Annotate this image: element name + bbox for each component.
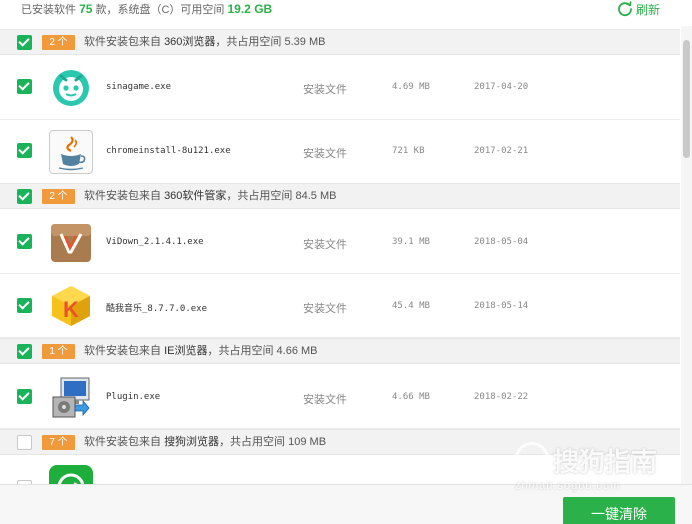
list-item[interactable]: K 酷我音乐_8.7.7.0.exe 安装文件 45.4 MB 2018-05-… (0, 274, 680, 338)
item-checkbox[interactable] (17, 143, 32, 158)
item-checkbox[interactable] (17, 234, 32, 249)
group-text-suffix: ，共占用空间 5.39 MB (215, 36, 326, 48)
file-type: 安装文件 (303, 394, 347, 406)
summary-mid: 款，系统盘（C）可用空间 (95, 4, 225, 16)
file-type: 安装文件 (303, 239, 347, 251)
installer-list: 2 个 软件安装包来自 360浏览器，共占用空间 5.39 MB sinagam… (0, 26, 680, 484)
free-space: 19.2 GB (227, 2, 273, 16)
file-type: 安装文件 (303, 84, 347, 96)
group-header-360browser: 2 个 软件安装包来自 360浏览器，共占用空间 5.39 MB (0, 29, 680, 55)
list-item[interactable]: Plugin.exe 安装文件 4.66 MB 2018-02-22 (0, 365, 680, 429)
group-description: 软件安装包来自 IE浏览器，共占用空间 4.66 MB (84, 344, 318, 359)
summary-bar: 已安装软件 75 款，系统盘（C）可用空间 19.2 GB 刷新 (0, 0, 692, 26)
file-name: 酷我音乐_8.7.7.0.exe (106, 304, 208, 314)
file-size: 4.69 MB (392, 82, 430, 92)
group-checkbox[interactable] (17, 189, 32, 204)
file-date: 2017-04-20 (474, 82, 529, 92)
group-source: IE浏览器 (164, 345, 208, 357)
refresh-icon (618, 1, 632, 17)
count-badge: 7 个 (42, 435, 75, 450)
group-text-suffix: ，共占用空间 109 MB (219, 436, 327, 448)
count-badge: 2 个 (42, 35, 75, 50)
list-item[interactable]: 安装文件 (0, 456, 680, 484)
refresh-button[interactable]: 刷新 (617, 1, 660, 17)
list-item[interactable]: chromeinstall-8u121.exe 安装文件 721 KB 2017… (0, 120, 680, 184)
group-header-iebrowser: 1 个 软件安装包来自 IE浏览器，共占用空间 4.66 MB (0, 338, 680, 364)
file-size: 39.1 MB (392, 237, 430, 247)
file-name: sinagame.exe (106, 82, 172, 92)
group-source: 360浏览器 (164, 36, 216, 48)
one-click-clean-button[interactable]: 一键清除 (563, 497, 675, 524)
group-text-prefix: 软件安装包来自 (84, 190, 161, 202)
group-source: 搜狗浏览器 (164, 436, 220, 448)
svg-text:K: K (63, 297, 79, 322)
group-text-prefix: 软件安装包来自 (84, 36, 161, 48)
group-description: 软件安装包来自 搜狗浏览器，共占用空间 109 MB (84, 435, 326, 450)
refresh-label: 刷新 (636, 2, 661, 17)
group-text-prefix: 软件安装包来自 (84, 345, 161, 357)
file-size: 45.4 MB (392, 301, 430, 311)
file-date: 2018-05-14 (474, 301, 529, 311)
sinagame-icon (49, 66, 93, 110)
file-name: ViDown_2.1.4.1.exe (106, 237, 204, 247)
group-description: 软件安装包来自 360软件管家，共占用空间 84.5 MB (84, 189, 336, 204)
group-source: 360软件管家 (164, 190, 227, 202)
count-badge: 1 个 (42, 344, 75, 359)
green-app-icon (49, 465, 93, 484)
file-date: 2018-05-04 (474, 237, 529, 247)
group-checkbox[interactable] (17, 344, 32, 359)
file-date: 2017-02-21 (474, 146, 529, 156)
file-size: 4.66 MB (392, 392, 430, 402)
list-item[interactable]: sinagame.exe 安装文件 4.69 MB 2017-04-20 (0, 56, 680, 120)
vidown-icon (49, 220, 93, 264)
group-header-360softmgr: 2 个 软件安装包来自 360软件管家，共占用空间 84.5 MB (0, 183, 680, 209)
item-checkbox[interactable] (17, 389, 32, 404)
group-header-sogoubrowser: 7 个 软件安装包来自 搜狗浏览器，共占用空间 109 MB (0, 429, 680, 455)
plugin-installer-icon (49, 375, 93, 419)
file-size: 721 KB (392, 146, 425, 156)
list-item[interactable]: ViDown_2.1.4.1.exe 安装文件 39.1 MB 2018-05-… (0, 210, 680, 274)
installed-count: 75 (79, 2, 93, 16)
item-checkbox[interactable] (17, 79, 32, 94)
kuwo-icon: K (49, 284, 93, 328)
item-checkbox[interactable] (17, 298, 32, 313)
file-type: 安装文件 (303, 303, 347, 315)
scrollbar-thumb[interactable] (683, 40, 690, 158)
group-checkbox[interactable] (17, 435, 32, 450)
disk-summary: 已安装软件 75 款，系统盘（C）可用空间 19.2 GB (21, 2, 272, 17)
group-description: 软件安装包来自 360浏览器，共占用空间 5.39 MB (84, 35, 325, 50)
file-type: 安装文件 (303, 148, 347, 160)
file-name: chromeinstall-8u121.exe (106, 146, 231, 156)
file-name: Plugin.exe (106, 392, 161, 402)
group-checkbox[interactable] (17, 35, 32, 50)
java-icon (49, 130, 93, 174)
group-text-prefix: 软件安装包来自 (84, 436, 161, 448)
count-badge: 2 个 (42, 189, 75, 204)
group-text-suffix: ，共占用空间 4.66 MB (207, 345, 318, 357)
summary-prefix: 已安装软件 (21, 4, 76, 16)
group-text-suffix: ，共占用空间 84.5 MB (226, 190, 337, 202)
file-date: 2018-02-22 (474, 392, 529, 402)
